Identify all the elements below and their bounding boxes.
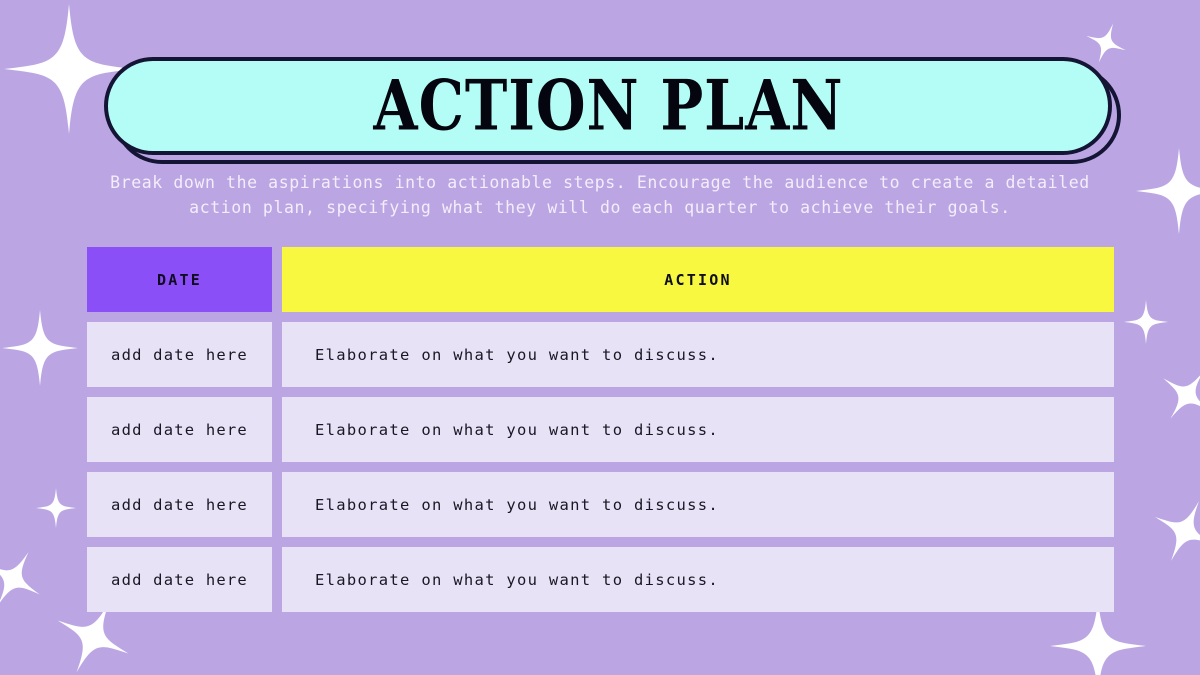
cell-action[interactable]: Elaborate on what you want to discuss. — [282, 322, 1114, 387]
table-row[interactable]: add date here Elaborate on what you want… — [87, 397, 1114, 462]
header-cell-action: ACTION — [282, 247, 1114, 312]
cell-action-text: Elaborate on what you want to discuss. — [315, 420, 720, 439]
sparkle-right-upper-icon — [1136, 148, 1200, 234]
cell-action[interactable]: Elaborate on what you want to discuss. — [282, 397, 1114, 462]
sparkle-right-lower-icon — [1141, 487, 1200, 575]
table-row[interactable]: add date here Elaborate on what you want… — [87, 322, 1114, 387]
slide-canvas: ACTION PLAN Break down the aspirations i… — [0, 0, 1200, 675]
cell-action[interactable]: Elaborate on what you want to discuss. — [282, 472, 1114, 537]
sparkle-left-small-icon — [36, 488, 76, 528]
header-cell-date: DATE — [87, 247, 272, 312]
table-row[interactable]: add date here Elaborate on what you want… — [87, 547, 1114, 612]
cell-date-text: add date here — [111, 420, 248, 439]
table-header-row: DATE ACTION — [87, 247, 1114, 312]
page-title: ACTION PLAN — [372, 64, 843, 147]
table-row[interactable]: add date here Elaborate on what you want… — [87, 472, 1114, 537]
cell-date[interactable]: add date here — [87, 472, 272, 537]
header-label-date: DATE — [157, 270, 202, 289]
slide-subtitle: Break down the aspirations into actionab… — [110, 173, 1090, 217]
title-banner: ACTION PLAN — [104, 57, 1121, 164]
cell-date-text: add date here — [111, 345, 248, 364]
cell-date[interactable]: add date here — [87, 322, 272, 387]
action-plan-table: DATE ACTION add date here Elaborate on w… — [87, 247, 1114, 622]
cell-date-text: add date here — [111, 495, 248, 514]
cell-date[interactable]: add date here — [87, 547, 272, 612]
sparkle-right-mid-small-icon — [1124, 300, 1168, 344]
cell-date-text: add date here — [111, 570, 248, 589]
sparkle-left-lower-icon — [0, 537, 55, 622]
cell-date[interactable]: add date here — [87, 397, 272, 462]
cell-action-text: Elaborate on what you want to discuss. — [315, 495, 720, 514]
cell-action-text: Elaborate on what you want to discuss. — [315, 570, 720, 589]
title-banner-body: ACTION PLAN — [104, 57, 1112, 155]
sparkle-right-mid-icon — [1147, 355, 1200, 436]
header-label-action: ACTION — [664, 270, 732, 289]
sparkle-left-mid-icon — [2, 310, 78, 386]
cell-action[interactable]: Elaborate on what you want to discuss. — [282, 547, 1114, 612]
cell-action-text: Elaborate on what you want to discuss. — [315, 345, 720, 364]
